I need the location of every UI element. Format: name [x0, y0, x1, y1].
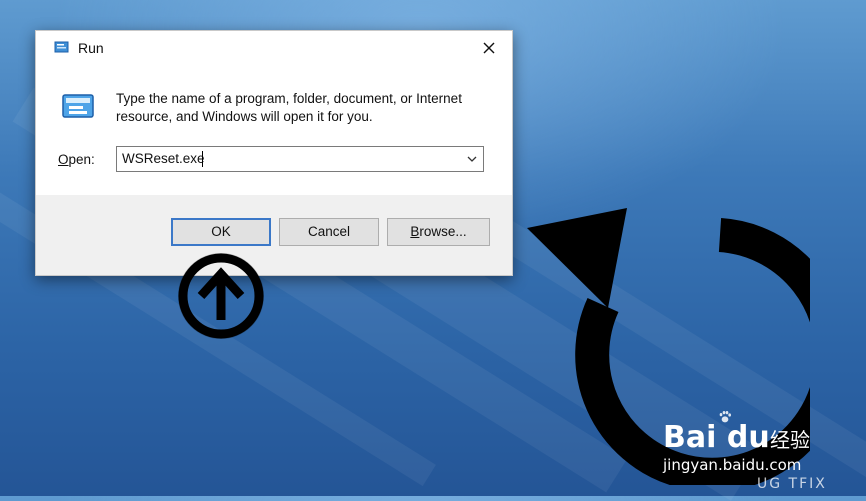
- chevron-down-icon[interactable]: [465, 152, 479, 166]
- circled-up-arrow-icon: [178, 253, 264, 339]
- open-combobox[interactable]: WSReset.exe: [116, 146, 484, 172]
- open-label: Open:: [58, 152, 95, 167]
- dialog-content: [36, 65, 512, 195]
- baidu-jingyan-text: 经验: [770, 428, 810, 452]
- run-icon: [54, 41, 69, 53]
- title-bar[interactable]: Run: [36, 31, 512, 65]
- run-icon: [62, 94, 94, 118]
- open-input-value[interactable]: WSReset.exe: [122, 151, 205, 166]
- dialog-description: Type the name of a program, folder, docu…: [116, 91, 462, 124]
- ok-button[interactable]: OK: [171, 218, 271, 246]
- watermark-url: jingyan.baidu.com: [663, 456, 802, 474]
- dialog-title: Run: [78, 40, 104, 56]
- text-caret: [202, 151, 203, 167]
- browse-button[interactable]: Browse...: [387, 218, 490, 246]
- run-dialog: Run Type the name of a program, folder, …: [35, 30, 513, 276]
- cancel-button[interactable]: Cancel: [279, 218, 379, 246]
- baidu-logo-text: Bai du: [663, 420, 770, 455]
- ugetfix-watermark: UG TFIX: [757, 476, 827, 492]
- close-icon[interactable]: [478, 37, 500, 59]
- desktop-background: { "dialog": { "title": "Run", "descripti…: [0, 0, 866, 501]
